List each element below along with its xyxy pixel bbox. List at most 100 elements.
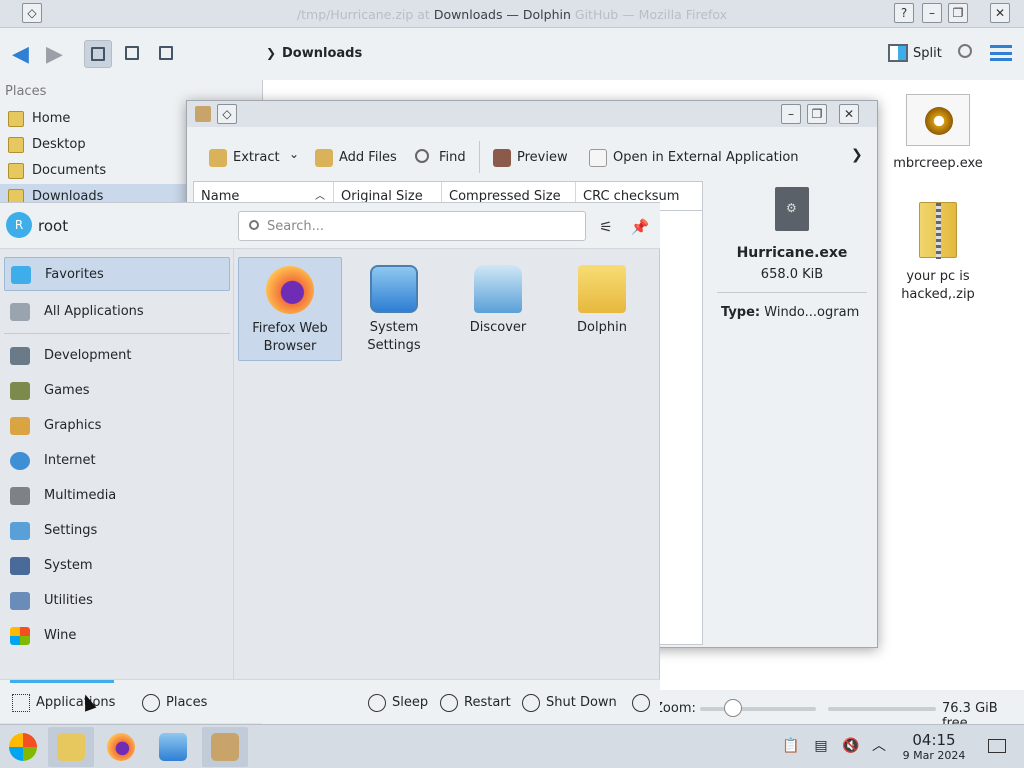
place-desktop[interactable]: Desktop [0, 132, 190, 158]
preview-button[interactable]: Preview [491, 147, 568, 169]
compact-view-button[interactable] [118, 40, 146, 68]
show-desktop-icon[interactable] [988, 739, 1006, 753]
category-label: System [44, 558, 93, 573]
more-tools-chevron-icon[interactable]: ❯ [851, 147, 863, 163]
place-label: Desktop [32, 137, 86, 152]
graphics-icon [10, 417, 30, 435]
firefox-icon [266, 266, 314, 314]
ark-task-icon [211, 733, 239, 761]
tab-label: Places [166, 695, 208, 710]
find-button[interactable]: Find [413, 147, 466, 169]
category-development[interactable]: Development [4, 339, 230, 373]
app-system-settings[interactable]: System Settings [342, 257, 446, 361]
category-multimedia[interactable]: Multimedia [4, 479, 230, 513]
task-firefox[interactable] [98, 727, 144, 767]
category-label: Wine [44, 628, 77, 643]
details-view-button[interactable] [152, 40, 180, 68]
volume-muted-icon[interactable]: 🔇 [842, 737, 860, 755]
task-dolphin[interactable] [48, 727, 94, 767]
development-icon [10, 347, 30, 365]
sleep-button[interactable]: Sleep [368, 692, 428, 714]
split-button[interactable]: Split [913, 46, 942, 61]
clock[interactable]: 04:15 9 Mar 2024 [896, 731, 972, 762]
zip-archive-icon [919, 202, 957, 259]
pin-icon[interactable]: 📌 [630, 217, 650, 237]
restart-button[interactable]: Restart [440, 692, 511, 714]
notes-tray-icon[interactable]: ▤ [812, 737, 830, 755]
search-icon[interactable] [958, 44, 972, 58]
open-external-button[interactable]: Open in External Application [587, 147, 799, 169]
search-input[interactable] [238, 211, 586, 241]
category-label: Favorites [45, 267, 104, 282]
app-discover[interactable]: Discover [446, 257, 550, 361]
place-home[interactable]: Home [0, 106, 190, 132]
settings-icon [10, 522, 30, 540]
category-separator [4, 333, 230, 334]
clipboard-tray-icon[interactable]: 📋 [782, 737, 800, 755]
ark-maximize-button[interactable]: ❐ [807, 104, 827, 124]
app-label: Discover [469, 320, 527, 335]
app-label: Dolphin [577, 320, 627, 335]
executable-file-icon: ⚙ [775, 187, 809, 231]
ark-minimize-button[interactable]: – [781, 104, 801, 124]
forward-icon[interactable]: ▶ [46, 42, 63, 67]
tray-expand-chevron-icon[interactable]: ︿ [870, 737, 888, 755]
toolbar-separator [479, 141, 480, 173]
tab-places[interactable]: Places [142, 692, 207, 714]
configure-icon[interactable]: ⚟ [596, 217, 616, 237]
zoom-slider[interactable] [700, 707, 816, 711]
file-hacked-zip[interactable]: your pc is hacked,.zip [875, 202, 1001, 304]
app-dolphin[interactable]: Dolphin [550, 257, 654, 361]
favorites-grid: Firefox Web Browser System Settings Disc… [236, 249, 660, 679]
zoom-slider-handle[interactable] [724, 699, 742, 717]
archive-info-panel: ⚙ Hurricane.exe 658.0 KiB Type: Windo...… [707, 181, 877, 451]
start-menu-button[interactable] [0, 727, 46, 767]
leave-menu-button[interactable] [632, 692, 650, 714]
shutdown-button[interactable]: Shut Down [522, 692, 617, 714]
window-titlebar: ◇ /tmp/Hurricane.zip at Downloads — Dolp… [0, 0, 1024, 28]
add-files-icon [315, 149, 333, 167]
category-graphics[interactable]: Graphics [4, 409, 230, 443]
category-internet[interactable]: Internet [4, 444, 230, 478]
split-icon [888, 44, 908, 62]
category-system[interactable]: System [4, 549, 230, 583]
power-icon [522, 694, 540, 712]
info-file-name: Hurricane.exe [736, 245, 848, 261]
task-system-settings[interactable] [150, 727, 196, 767]
back-icon[interactable]: ◀ [12, 42, 29, 67]
category-games[interactable]: Games [4, 374, 230, 408]
category-settings[interactable]: Settings [4, 514, 230, 548]
ark-window-menu-button[interactable]: ◇ [217, 104, 237, 124]
avatar[interactable]: R [6, 212, 32, 238]
documents-folder-icon [8, 163, 24, 179]
application-launcher: R root ⚟ 📌 Favorites All Applications De… [0, 202, 660, 723]
hamburger-menu-icon[interactable] [990, 45, 1012, 61]
chevron-left-icon [632, 694, 650, 712]
file-mbrcreep-exe[interactable]: mbrcreep.exe [883, 94, 993, 171]
tab-label: Applications [36, 695, 116, 710]
ark-close-button[interactable]: ✕ [839, 104, 859, 124]
icons-view-button[interactable] [84, 40, 112, 68]
category-all-applications[interactable]: All Applications [4, 295, 230, 329]
launcher-header: R root ⚟ 📌 [0, 203, 660, 249]
tab-applications[interactable]: Applications [12, 692, 115, 714]
active-tab-indicator [10, 680, 114, 683]
app-firefox[interactable]: Firefox Web Browser [238, 257, 342, 361]
add-files-button[interactable]: Add Files [313, 147, 397, 169]
minimize-button[interactable]: – [922, 3, 942, 23]
breadcrumb[interactable]: Downloads [282, 46, 362, 61]
internet-icon [10, 452, 30, 470]
place-label: Documents [32, 163, 107, 178]
place-documents[interactable]: Documents [0, 158, 190, 184]
extract-button[interactable]: Extract [207, 147, 280, 169]
close-button[interactable]: ✕ [990, 3, 1010, 23]
find-icon [415, 149, 429, 163]
task-ark[interactable] [202, 727, 248, 767]
ark-app-icon [195, 106, 211, 122]
maximize-button[interactable]: ❐ [948, 3, 968, 23]
category-wine[interactable]: Wine [4, 619, 230, 653]
extract-dropdown-icon[interactable]: ⌄ [289, 147, 299, 161]
category-favorites[interactable]: Favorites [4, 257, 230, 291]
category-utilities[interactable]: Utilities [4, 584, 230, 618]
help-button[interactable]: ? [894, 3, 914, 23]
